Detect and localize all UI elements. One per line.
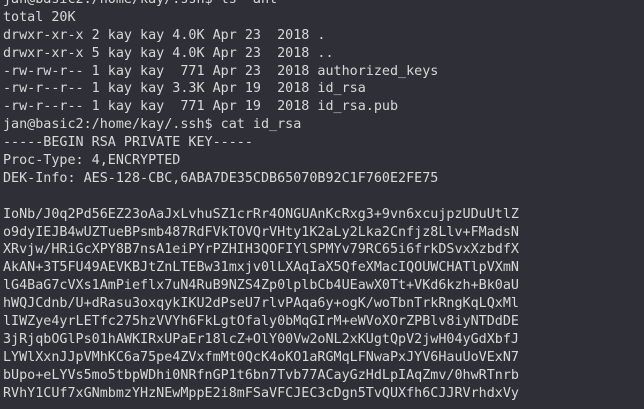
terminal-line-prompt-ls: jan@basic2:/home/kay/.ssh$ ls -ahl bbox=[3, 0, 644, 9]
terminal-line-dir-parent: drwxr-xr-x 5 kay kay 4.0K Apr 23 2018 .. bbox=[3, 45, 334, 61]
terminal-line-id-rsa-pub: -rw-r--r-- 1 kay kay 771 Apr 19 2018 id_… bbox=[3, 99, 399, 115]
terminal-line-key-data: IoNb/J0q2Pd56EZ23oAaJxLvhuSZ1crRr4ONGUAn… bbox=[3, 206, 519, 222]
terminal-line-key-data: LYWlXxnJJpVMhKC6a75pe4ZVxfmMt0QcK4oKO1aR… bbox=[3, 349, 519, 365]
terminal-line-key-data: RVhY1CUf7xGNmbmzYHzNEwMppE2i8mFSaVFCJEC3… bbox=[3, 385, 519, 401]
terminal-line-key-data: 3jRjqbOGlPs01hAWKIRxUPaEr18lcZ+OlY00Vw2o… bbox=[3, 331, 519, 347]
terminal-line-total: total 20K bbox=[3, 9, 76, 25]
terminal-window[interactable]: jan@basic2:/home/kay/.ssh$ ls -ahl total… bbox=[0, 0, 644, 409]
terminal-line-dir-current: drwxr-xr-x 2 kay kay 4.0K Apr 23 2018 . bbox=[3, 27, 326, 43]
terminal-line-key-data: AkAN+3T5FU49AEVKBJtZnLTEBw31mxjv0lLXAqIa… bbox=[3, 260, 519, 276]
terminal-line-dek-info: DEK-Info: AES-128-CBC,6ABA7DE35CDB65070B… bbox=[3, 170, 439, 186]
terminal-line-key-data: bUpo+eLYVs5mo5tbpWDhi0NRfnGP1t6bn7Tvb77A… bbox=[3, 367, 519, 383]
terminal-line-key-data: lG4BaG7cVXs1AmPieflx7uN4RuB9NZS4Zp0lplbC… bbox=[3, 278, 519, 294]
terminal-line-proc-type: Proc-Type: 4,ENCRYPTED bbox=[3, 153, 181, 169]
terminal-line-key-begin: -----BEGIN RSA PRIVATE KEY----- bbox=[3, 135, 253, 151]
terminal-line-key-data: hWQJCdnb/U+dRasu3oxqykIKU2dPseU7rlvPAqa6… bbox=[3, 296, 519, 312]
terminal-line-authorized-keys: -rw-rw-r-- 1 kay kay 771 Apr 23 2018 aut… bbox=[3, 63, 439, 79]
terminal-line-key-data: XRvjw/HRiGcXPY8B7nsA1eiPYrPZHIH3QOFIYlSP… bbox=[3, 242, 519, 258]
terminal-line-prompt-cat: jan@basic2:/home/kay/.ssh$ cat id_rsa bbox=[3, 117, 302, 133]
terminal-line-key-data: lIWZye4yrLETfc275hzVVYh6FkLgtOfaly0bMqGI… bbox=[3, 314, 519, 330]
terminal-line-key-data: o9dyIEJB4wUZTueBPsmb487RdFVkTOVQrVHty1K2… bbox=[3, 224, 519, 240]
terminal-line-id-rsa: -rw-r--r-- 1 kay kay 3.3K Apr 19 2018 id… bbox=[3, 81, 366, 97]
